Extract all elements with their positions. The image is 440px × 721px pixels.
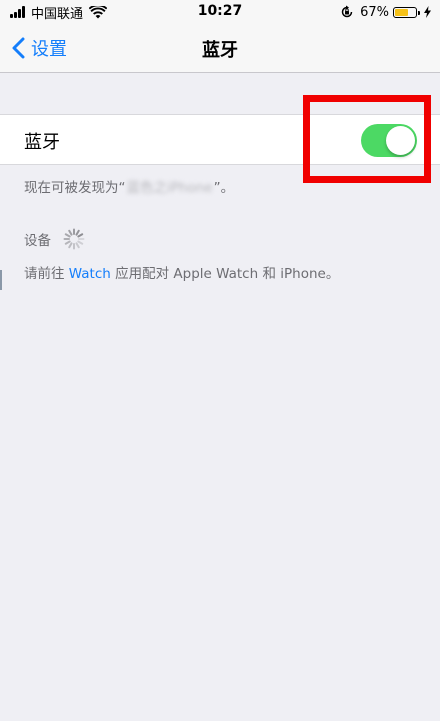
watch-hint-prefix: 请前往 — [24, 266, 69, 282]
orientation-lock-icon — [341, 5, 353, 18]
battery-icon — [393, 6, 420, 18]
status-right: 67% — [340, 4, 432, 20]
charging-icon — [424, 6, 431, 18]
highlight-box — [303, 95, 431, 183]
device-name: 蓝色之iPhone — [126, 180, 213, 196]
discoverable-prefix: 现在可被发现为“ — [24, 180, 126, 196]
edge-artifact — [0, 270, 2, 290]
nav-bar: 设置 蓝牙 — [0, 24, 440, 73]
bluetooth-label: 蓝牙 — [24, 132, 60, 153]
loading-spinner-icon — [63, 228, 85, 250]
discoverable-text: 现在可被发现为“ 蓝色之iPhone ”。 — [24, 176, 234, 196]
status-bar: 中国联通 10:27 67% — [0, 0, 440, 24]
watch-app-link[interactable]: Watch — [69, 266, 111, 282]
watch-pairing-hint: 请前往 Watch 应用配对 Apple Watch 和 iPhone。 — [24, 262, 339, 282]
battery-percent: 67% — [360, 4, 389, 20]
watch-hint-suffix: 应用配对 Apple Watch 和 iPhone。 — [110, 266, 340, 282]
devices-label: 设备 — [24, 233, 51, 249]
page-title: 蓝牙 — [202, 40, 238, 61]
devices-section-header: 设备 — [24, 228, 85, 250]
discoverable-suffix: ”。 — [213, 180, 235, 196]
